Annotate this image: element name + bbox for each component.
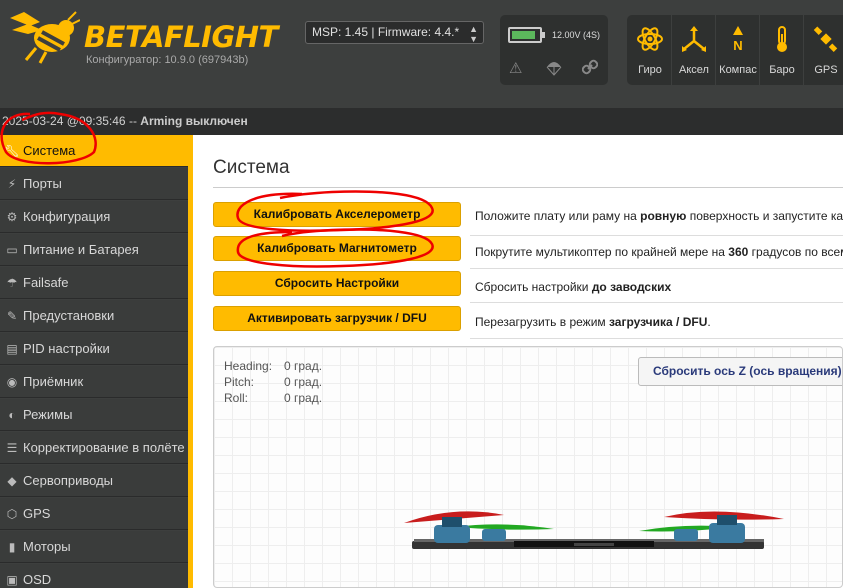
sensor-label: Баро xyxy=(769,64,795,76)
activate-dfu-desc: Перезагрузить в режим загрузчика / DFU. xyxy=(475,315,711,329)
gps-pin-icon: ⬡ xyxy=(6,507,18,521)
row-divider xyxy=(470,338,843,339)
calibrate-accel-button[interactable]: Калибровать Акселерометр xyxy=(213,202,461,227)
sidebar-item-presets[interactable]: ✎ Предустановки xyxy=(0,300,188,332)
sidebar-item-failsafe[interactable]: ☂ Failsafe xyxy=(0,267,188,299)
sidebar-item-servos[interactable]: ◆ Сервоприводы xyxy=(0,465,188,497)
sidebar-item-label: Failsafe xyxy=(23,275,69,290)
sidebar-item-label: Порты xyxy=(23,176,62,191)
select-arrows-icon: ▲ ▼ xyxy=(469,24,478,44)
sensor-status-bar: Гиро Аксел N Компас Баро GPS xyxy=(627,15,843,85)
main-content: Система Калибровать Акселерометр Положит… xyxy=(193,135,843,588)
motor-icon: ▮ xyxy=(8,540,16,554)
pid-icon: ▤ xyxy=(6,342,18,356)
configurator-version: Конфигуратор: 10.9.0 (697943b) xyxy=(86,54,249,66)
sidebar-item-label: PID настройки xyxy=(23,341,110,356)
sidebar-item-label: Система xyxy=(23,143,76,158)
reset-z-axis-button[interactable]: Сбросить ось Z (ось вращения), смещение xyxy=(638,357,842,386)
sidebar-nav: 🔧︎ Система ⚡︎ Порты ⚙ Конфигурация ▭ Пит… xyxy=(0,135,193,588)
gear-icon: ⚙ xyxy=(6,210,18,224)
compass-icon: N xyxy=(733,26,743,53)
sidebar-item-gps[interactable]: ⬡ GPS xyxy=(0,498,188,530)
wrench-icon: 🔧︎ xyxy=(4,144,20,158)
arming-state: выключен xyxy=(182,114,248,128)
sensor-gyro: Гиро xyxy=(628,15,672,85)
attitude-pitch: Pitch: 0 град. xyxy=(224,375,323,389)
sensor-compass: N Компас xyxy=(716,15,760,85)
servo-icon: ◆ xyxy=(7,474,17,488)
plug-icon: ⚡︎ xyxy=(7,177,17,191)
sidebar-item-pid[interactable]: ▤ PID настройки xyxy=(0,333,188,365)
calibrate-mag-desc: Покрутите мультикоптер по крайней мере н… xyxy=(475,245,843,259)
firmware-select[interactable]: MSP: 1.45 | Firmware: 4.4.* ▲ ▼ xyxy=(305,21,484,44)
battery-voltage: 12.00V (4S) xyxy=(552,30,601,40)
status-datetime: 2025-03-24 @09:35:46 -- xyxy=(2,114,141,128)
attitude-heading: Heading: 0 град. xyxy=(224,359,323,373)
sidebar-item-configuration[interactable]: ⚙ Конфигурация xyxy=(0,201,188,233)
sidebar-item-label: Конфигурация xyxy=(23,209,111,224)
top-header: BETAFLIGHT Конфигуратор: 10.9.0 (697943b… xyxy=(0,0,843,108)
sidebar-item-motors[interactable]: ▮ Моторы xyxy=(0,531,188,563)
warning-icon: ⚠ xyxy=(509,60,523,77)
quadcopter-model xyxy=(404,511,784,549)
sidebar-item-label: OSD xyxy=(23,572,52,587)
parachute-status-icon xyxy=(546,62,562,76)
sidebar-item-label: Сервоприводы xyxy=(23,473,114,488)
bee-logo-icon xyxy=(10,11,80,64)
sensor-gps: GPS xyxy=(804,15,843,85)
sidebar-item-ports[interactable]: ⚡︎ Порты xyxy=(0,168,188,200)
firmware-select-value: MSP: 1.45 | Firmware: 4.4.* xyxy=(312,25,460,39)
row-divider xyxy=(470,235,843,236)
sidebar-item-label: Режимы xyxy=(23,407,73,422)
page-title: Система xyxy=(213,157,290,178)
sensor-label: Аксел xyxy=(679,64,709,76)
model-3d-view[interactable]: Heading: 0 град. Pitch: 0 град. Roll: 0 гра… xyxy=(213,346,843,588)
baro-icon xyxy=(777,26,787,52)
sensor-label: GPS xyxy=(814,64,838,76)
svg-text:N: N xyxy=(733,38,742,53)
sidebar-item-label: Предустановки xyxy=(23,308,115,323)
calibrate-mag-button[interactable]: Калибровать Магнитометр xyxy=(213,236,461,261)
battery-icon: ▭ xyxy=(6,243,18,257)
sidebar-item-osd[interactable]: ▣ OSD xyxy=(0,564,188,588)
gyro-icon xyxy=(637,27,663,51)
sidebar-item-modes[interactable]: ◐ Режимы xyxy=(0,399,188,431)
sliders-icon: ☰ xyxy=(6,441,18,455)
modes-icon: ◐ xyxy=(8,408,16,422)
reset-settings-desc: Сбросить настройки до заводских xyxy=(475,280,672,294)
row-divider xyxy=(470,268,843,269)
sidebar-item-label: Моторы xyxy=(23,539,71,554)
sensor-accel: Аксел xyxy=(672,15,716,85)
sidebar-item-label: Приёмник xyxy=(23,374,84,389)
sensor-baro: Баро xyxy=(760,15,804,85)
accel-icon xyxy=(682,26,706,52)
battery-level-icon xyxy=(508,27,545,43)
presets-icon: ✎ xyxy=(6,309,18,323)
app-logo-text: BETAFLIGHT xyxy=(84,20,278,54)
sensor-label: Компас xyxy=(719,64,757,76)
activate-dfu-button[interactable]: Активировать загрузчик / DFU xyxy=(213,306,461,331)
row-divider xyxy=(470,302,843,303)
title-divider xyxy=(213,187,843,188)
sidebar-item-receiver[interactable]: ◉ Приёмник xyxy=(0,366,188,398)
calibrate-accel-desc: Положите плату или раму на ровную поверх… xyxy=(475,209,843,223)
osd-icon: ▣ xyxy=(6,573,18,587)
sensor-label: Гиро xyxy=(638,64,662,76)
sidebar-item-power[interactable]: ▭ Питание и Батарея xyxy=(0,234,188,266)
attitude-roll: Roll: 0 град. xyxy=(224,391,323,405)
receiver-icon: ◉ xyxy=(6,375,18,389)
parachute-icon: ☂ xyxy=(6,276,18,290)
status-bar: 2025-03-24 @09:35:46 -- Arming выключен xyxy=(0,108,843,135)
sidebar-item-label: Корректирование в полёте xyxy=(23,440,185,455)
reset-settings-button[interactable]: Сбросить Настройки xyxy=(213,271,461,296)
gps-icon xyxy=(813,26,838,52)
sidebar-item-label: GPS xyxy=(23,506,51,521)
sidebar-item-setup[interactable]: 🔧︎ Система xyxy=(0,135,188,167)
sidebar-item-label: Питание и Батарея xyxy=(23,242,139,257)
sidebar-item-adjustments[interactable]: ☰ Корректирование в полёте xyxy=(0,432,188,464)
arming-label: Arming xyxy=(140,114,183,128)
link-icon xyxy=(582,59,598,75)
battery-panel: 12.00V (4S) ⚠ xyxy=(500,15,608,85)
